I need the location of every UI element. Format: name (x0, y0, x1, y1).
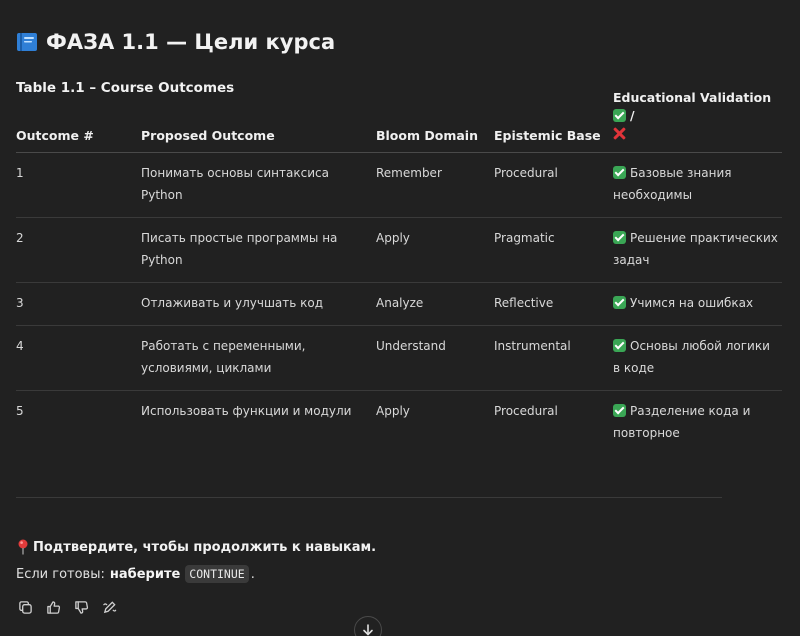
message-actions (16, 598, 118, 616)
cell-bloom: Apply (376, 231, 410, 245)
thumbs-up-icon (46, 600, 60, 614)
cell-epistemic: Instrumental (494, 339, 571, 353)
outcomes-table: Outcome # Proposed Outcome Bloom Domain … (16, 90, 782, 455)
blue-book-icon (16, 31, 38, 53)
pin-icon (16, 539, 30, 555)
copy-button[interactable] (16, 598, 34, 616)
header-epistemic: Epistemic Base (494, 128, 601, 143)
divider (16, 497, 722, 498)
validation-text: Решение практических задач (613, 231, 778, 267)
cell-bloom: Apply (376, 404, 410, 418)
cell-validation: Базовые знания необходимы (613, 162, 782, 206)
copy-icon (18, 600, 32, 614)
table-row: 4 Работать с переменными, условиями, цик… (16, 326, 782, 391)
arrow-down-icon (363, 624, 373, 636)
ready-line: Если готовы: наберите CONTINUE . (16, 565, 255, 583)
page-title: ФАЗА 1.1 — Цели курса (16, 30, 335, 54)
validation-text: Базовые знания необходимы (613, 166, 732, 202)
edit-button[interactable] (100, 598, 118, 616)
table-row: 2 Писать простые программы на Python App… (16, 218, 782, 283)
cell-epistemic: Procedural (494, 166, 558, 180)
cell-validation: Основы любой логики в коде (613, 335, 782, 379)
validation-text: Учимся на ошибках (630, 296, 754, 310)
cell-outcome: Отлаживать и улучшать код (141, 296, 324, 310)
validation-text: Основы любой логики в коде (613, 339, 770, 375)
cell-validation: Решение практических задач (613, 227, 782, 271)
header-validation-slash: / (630, 108, 635, 123)
chat-message: ФАЗА 1.1 — Цели курса Table 1.1 – Course… (0, 0, 800, 636)
cell-number: 1 (16, 166, 24, 180)
cell-number: 4 (16, 339, 24, 353)
check-icon (613, 109, 626, 122)
continue-code: CONTINUE (185, 565, 249, 583)
cell-outcome: Писать простые программы на Python (141, 231, 338, 267)
ready-suffix: . (250, 566, 255, 582)
header-proposed: Proposed Outcome (141, 128, 275, 143)
cell-bloom: Analyze (376, 296, 424, 310)
ready-bold: наберите (109, 566, 181, 582)
cell-number: 3 (16, 296, 24, 310)
check-icon (613, 339, 626, 352)
table-row: 1 Понимать основы синтаксиса Python Reme… (16, 153, 782, 218)
thumbs-up-button[interactable] (44, 598, 62, 616)
scroll-down-button[interactable] (354, 616, 382, 636)
cell-epistemic: Reflective (494, 296, 554, 310)
ready-prefix: Если готовы: (16, 566, 105, 582)
cell-validation: Учимся на ошибках (613, 292, 782, 314)
confirm-label: Подтвердите, чтобы продолжить к навыкам. (33, 539, 377, 555)
header-outcome: Outcome # (16, 128, 94, 143)
header-validation-label: Educational Validation (613, 90, 772, 105)
cell-outcome: Понимать основы синтаксиса Python (141, 166, 329, 202)
header-validation: Educational Validation / (613, 89, 782, 152)
cell-epistemic: Pragmatic (494, 231, 555, 245)
header-bloom: Bloom Domain (376, 128, 478, 143)
cell-number: 5 (16, 404, 24, 418)
table-row: 5 Использовать функции и модули Apply Pr… (16, 391, 782, 455)
cell-validation: Разделение кода и повторное (613, 400, 782, 444)
edit-icon (102, 600, 116, 613)
cell-bloom: Remember (376, 166, 442, 180)
cross-icon (613, 127, 626, 140)
cell-epistemic: Procedural (494, 404, 558, 418)
cell-bloom: Understand (376, 339, 446, 353)
table-row: 3 Отлаживать и улучшать код Analyze Refl… (16, 283, 782, 326)
check-icon (613, 231, 626, 244)
check-icon (613, 166, 626, 179)
table-header-row: Outcome # Proposed Outcome Bloom Domain … (16, 90, 782, 153)
table-caption: Table 1.1 – Course Outcomes (16, 80, 235, 96)
cell-outcome: Работать с переменными, условиями, цикла… (141, 339, 306, 375)
cell-number: 2 (16, 231, 24, 245)
check-icon (613, 296, 626, 309)
cell-outcome: Использовать функции и модули (141, 404, 352, 418)
thumbs-down-icon (74, 600, 88, 614)
thumbs-down-button[interactable] (72, 598, 90, 616)
title-text: ФАЗА 1.1 — Цели курса (46, 30, 336, 54)
confirm-text: Подтвердите, чтобы продолжить к навыкам. (16, 539, 376, 555)
check-icon (613, 404, 626, 417)
validation-text: Разделение кода и повторное (613, 404, 751, 440)
